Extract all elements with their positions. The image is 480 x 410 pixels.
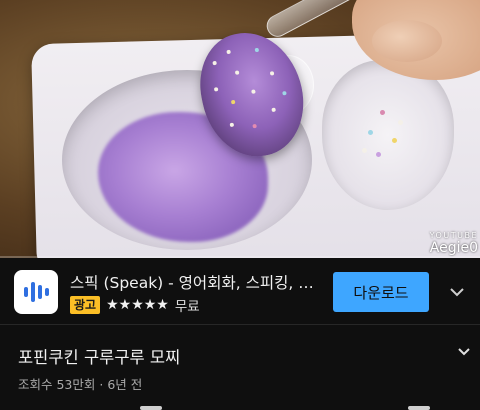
action-icon-stub <box>408 406 430 410</box>
video-info-section: 포핀쿠킨 구루구루 모찌 조회수 53만회 · 6년 전 <box>0 326 480 410</box>
watermark-channel-name: Aegie0 <box>429 240 478 256</box>
ad-badge: 광고 <box>70 296 101 314</box>
video-meta[interactable]: 조회수 53만회 · 6년 전 <box>18 374 142 393</box>
download-button[interactable]: 다운로드 <box>333 272 429 312</box>
view-count: 조회수 53만회 <box>18 377 96 392</box>
ad-app-title[interactable]: 스픽 (Speak) - 영어회화, 스피킹, 발음 <box>70 271 324 293</box>
speak-app-icon[interactable] <box>14 270 58 314</box>
video-progress-bar[interactable] <box>0 256 480 258</box>
action-icon-stub <box>140 406 162 410</box>
sprinkle <box>362 148 367 153</box>
sprinkle <box>380 110 385 115</box>
video-player[interactable]: YOUTUBE Aegie0 <box>0 0 480 258</box>
tray-cavity-right <box>322 60 454 210</box>
meta-separator: · <box>99 377 104 392</box>
finger <box>372 20 442 62</box>
ad-price: 무료 <box>174 299 200 315</box>
sprinkle <box>376 152 381 157</box>
sprinkle <box>398 120 403 125</box>
channel-watermark: YOUTUBE Aegie0 <box>430 231 478 256</box>
chevron-down-icon[interactable] <box>456 344 472 360</box>
sprinkle <box>392 138 397 143</box>
chevron-down-icon[interactable] <box>446 282 468 302</box>
video-title[interactable]: 포핀쿠킨 구루구루 모찌 <box>18 344 180 368</box>
ad-card[interactable]: 스픽 (Speak) - 영어회화, 스피킹, 발음 광고 ★★★★★ 무료 다… <box>0 259 480 325</box>
sprinkle <box>368 130 373 135</box>
ad-meta: 광고 ★★★★★ 무료 <box>70 295 200 315</box>
watermark-source: YOUTUBE <box>429 231 478 240</box>
upload-age: 6년 전 <box>107 377 143 392</box>
rating-stars: ★★★★★ <box>106 297 169 313</box>
